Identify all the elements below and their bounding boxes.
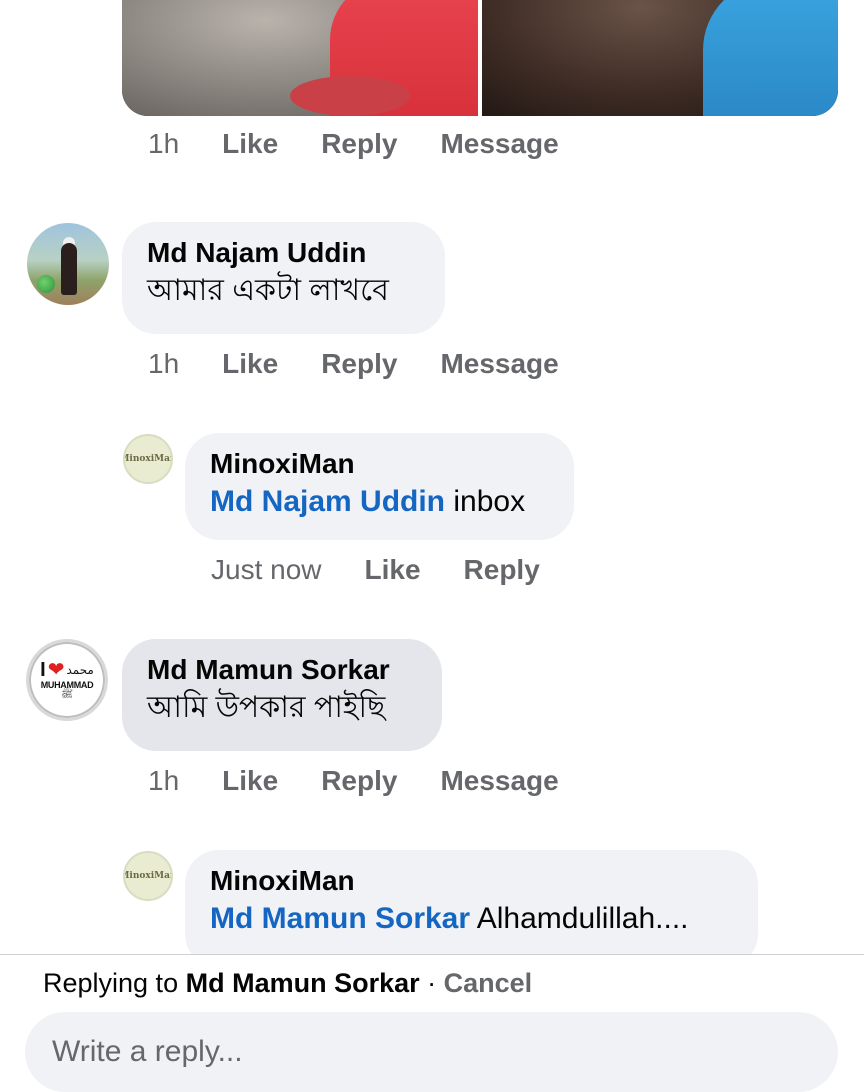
avatar[interactable] [27, 223, 109, 305]
heart-icon: ❤ [47, 659, 65, 681]
comment-actions: 1h Like Reply Message [148, 128, 602, 160]
reply-text: Md Mamun Sorkar Alhamdulillah.... [210, 902, 689, 935]
reply-author[interactable]: MinoxiMan [210, 447, 550, 481]
comment-text: আমার একটা লাখবে [147, 274, 389, 307]
replying-to-name: Md Mamun Sorkar [185, 968, 420, 998]
reply-button[interactable]: Reply [321, 765, 397, 797]
avatar-logo-text: MinoxiMan [125, 871, 171, 881]
photo-left [122, 0, 480, 116]
reply-input[interactable] [25, 1012, 838, 1092]
reply-bubble: MinoxiMan Md Mamun Sorkar Alhamdulillah.… [185, 850, 758, 968]
like-button[interactable]: Like [365, 554, 421, 586]
reply-time: Just now [211, 554, 322, 585]
comment-time: 1h [148, 348, 180, 379]
mention-link[interactable]: Md Mamun Sorkar [210, 902, 470, 935]
mention-link[interactable]: Md Najam Uddin [210, 485, 445, 518]
reply-button[interactable]: Reply [464, 554, 540, 586]
message-button[interactable]: Message [440, 348, 558, 380]
photo-right [480, 0, 838, 116]
replying-to-label: Replying to Md Mamun Sorkar · Cancel [43, 968, 533, 998]
comment-actions: 1h Like Reply Message [148, 348, 602, 380]
comment-actions: 1h Like Reply Message [148, 765, 602, 797]
message-button[interactable]: Message [440, 765, 558, 797]
like-button[interactable]: Like [222, 765, 278, 797]
comment-bubble: Md Najam Uddin আমার একটা লাখবে [122, 222, 445, 334]
like-button[interactable]: Like [222, 128, 278, 160]
comment-time: 1h [148, 765, 180, 796]
comment-bubble: Md Mamun Sorkar আমি উপকার পাইছি [122, 639, 442, 751]
reply-bubble: MinoxiMan Md Najam Uddin inbox [185, 433, 574, 540]
reply-author[interactable]: MinoxiMan [210, 864, 734, 898]
cancel-button[interactable]: Cancel [444, 968, 533, 998]
reply-actions: Just now Like Reply [211, 554, 583, 586]
comment-author[interactable]: Md Mamun Sorkar [147, 653, 418, 687]
like-button[interactable]: Like [222, 348, 278, 380]
post-image[interactable] [122, 0, 838, 116]
comment-author[interactable]: Md Najam Uddin [147, 236, 421, 270]
avatar[interactable]: I ❤ محمد MUHAMMAD ﷺ [26, 639, 108, 721]
message-button[interactable]: Message [440, 128, 558, 160]
reply-button[interactable]: Reply [321, 128, 397, 160]
reply-button[interactable]: Reply [321, 348, 397, 380]
divider [0, 954, 864, 955]
comment-time: 1h [148, 128, 180, 159]
avatar[interactable]: MinoxiMan [123, 434, 173, 484]
avatar-logo-text: MinoxiMan [125, 454, 171, 464]
avatar[interactable]: MinoxiMan [123, 851, 173, 901]
reply-text: Md Najam Uddin inbox [210, 485, 526, 518]
comment-text: আমি উপকার পাইছি [147, 691, 386, 724]
